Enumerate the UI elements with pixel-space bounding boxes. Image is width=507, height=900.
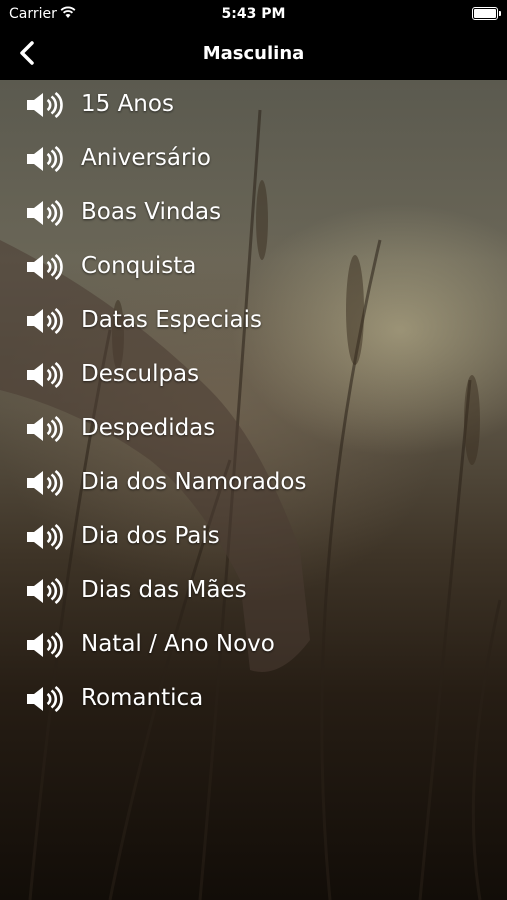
speaker-icon — [25, 414, 65, 444]
list-item[interactable]: Datas Especiais — [0, 296, 507, 350]
list-item-label: 15 Anos — [81, 91, 174, 117]
speaker-icon — [25, 684, 65, 714]
content-area[interactable]: 15 Anos Aniversário Boas Vindas Conquista Da… — [0, 80, 507, 900]
speaker-icon — [25, 522, 65, 552]
list-item-label: Boas Vindas — [81, 199, 222, 225]
list-item-label: Despedidas — [81, 415, 216, 441]
list-item-label: Natal / Ano Novo — [81, 631, 275, 657]
page-title: Masculina — [202, 43, 305, 64]
speaker-icon — [25, 198, 65, 228]
list-item[interactable]: Romantica — [0, 674, 507, 728]
status-bar: Carrier 5:43 PM — [0, 0, 507, 28]
list-item-label: Conquista — [81, 253, 197, 279]
list-item-label: Desculpas — [81, 361, 200, 387]
speaker-icon — [25, 252, 65, 282]
list-item-label: Aniversário — [81, 145, 211, 171]
list-item[interactable]: Dia dos Pais — [0, 512, 507, 566]
list-item[interactable]: Conquista — [0, 242, 507, 296]
list-item-label: Datas Especiais — [81, 307, 262, 333]
list-item[interactable]: Despedidas — [0, 404, 507, 458]
speaker-icon — [25, 576, 65, 606]
speaker-icon — [25, 306, 65, 336]
list-item-label: Dia dos Namorados — [81, 469, 307, 495]
list-item-label: Romantica — [81, 685, 204, 711]
list-item[interactable]: Natal / Ano Novo — [0, 620, 507, 674]
speaker-icon — [25, 468, 65, 498]
list-item-label: Dia dos Pais — [81, 523, 220, 549]
list-item[interactable]: 15 Anos — [0, 80, 507, 134]
speaker-icon — [25, 90, 65, 120]
list-item[interactable]: Dias das Mães — [0, 566, 507, 620]
audio-list: 15 Anos Aniversário Boas Vindas Conquista Da… — [0, 80, 507, 728]
list-item[interactable]: Aniversário — [0, 134, 507, 188]
list-item[interactable]: Dia dos Namorados — [0, 458, 507, 512]
list-item[interactable]: Boas Vindas — [0, 188, 507, 242]
navigation-bar: Masculina — [0, 28, 507, 80]
list-item[interactable]: Desculpas — [0, 350, 507, 404]
clock: 5:43 PM — [221, 6, 286, 22]
speaker-icon — [25, 360, 65, 390]
battery-icon — [472, 7, 501, 20]
speaker-icon — [25, 144, 65, 174]
speaker-icon — [25, 630, 65, 660]
list-item-label: Dias das Mães — [81, 577, 247, 603]
